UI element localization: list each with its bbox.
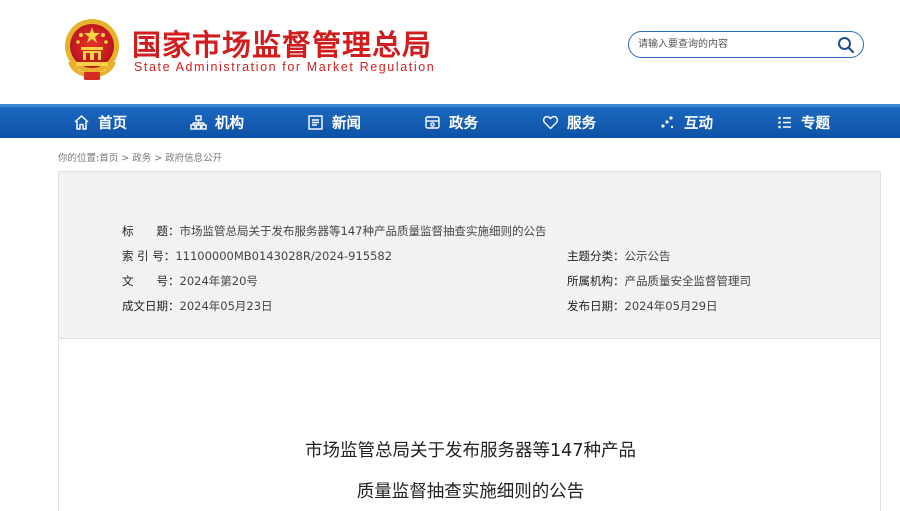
nav-item-label: 互动: [684, 116, 713, 132]
created-date-label: 成文日期：: [122, 299, 180, 313]
topic-value: 公示公告: [624, 249, 671, 263]
published-date-value: 2024年05月29日: [624, 299, 718, 313]
organization-label: 所属机构：: [567, 274, 625, 288]
nav-item-home[interactable]: 首页: [73, 107, 127, 138]
title-value: 市场监管总局关于发布服务器等147种产品质量监督抽查实施细则的公告: [179, 224, 547, 238]
breadcrumb-prefix: 你的位置:: [58, 153, 100, 164]
doc-number-value: 2024年第20号: [179, 274, 258, 288]
nav-item-interaction[interactable]: 互动: [659, 107, 713, 138]
info-row-doc-number: 文 号：2024年第20号: [122, 273, 258, 289]
search-box: [628, 31, 864, 58]
topic-icon: [778, 116, 791, 129]
heart-icon: [542, 115, 559, 130]
breadcrumb-disclosure-link[interactable]: 政府信息公开: [165, 153, 222, 164]
home-icon: [74, 115, 89, 130]
document-info-panel: 标 题：市场监管总局关于发布服务器等147种产品质量监督抽查实施细则的公告 索 …: [58, 171, 881, 339]
published-date-label: 发布日期：: [567, 299, 625, 313]
doc-number-label: 文 号：: [122, 274, 180, 288]
article-content: 市场监管总局关于发布服务器等147种产品 质量监督抽查实施细则的公告: [58, 339, 881, 511]
title-label: 标 题：: [122, 224, 180, 238]
news-icon: [308, 115, 323, 130]
nav-item-label: 专题: [801, 116, 830, 132]
breadcrumb-separator: >: [154, 153, 163, 164]
info-row-topic: 主题分类：公示公告: [567, 248, 671, 264]
breadcrumb-separator: >: [121, 153, 130, 164]
breadcrumb-affairs-link[interactable]: 政务: [132, 153, 151, 164]
breadcrumb: 你的位置:首页 > 政务 > 政府信息公开: [58, 150, 222, 164]
index-value: 11100000MB0143028R/2024-915582: [175, 249, 393, 263]
info-row-index: 索 引 号：11100000MB0143028R/2024-915582: [122, 248, 392, 264]
info-row-title: 标 题：市场监管总局关于发布服务器等147种产品质量监督抽查实施细则的公告: [122, 223, 546, 239]
nav-item-label: 服务: [567, 116, 596, 132]
topic-label: 主题分类：: [567, 249, 625, 263]
nav-item-label: 首页: [98, 116, 127, 132]
site-header: 国家市场监督管理总局 State Administration for Mark…: [0, 0, 900, 104]
search-icon[interactable]: [837, 36, 855, 54]
info-row-organization: 所属机构：产品质量安全监督管理司: [567, 273, 751, 289]
info-row-published-date: 发布日期：2024年05月29日: [567, 298, 718, 314]
nav-item-organization[interactable]: 机构: [190, 107, 244, 138]
search-input[interactable]: [638, 35, 834, 54]
nav-item-news[interactable]: 新闻: [307, 107, 361, 138]
article-title-line-2: 质量监督抽查实施细则的公告: [356, 482, 585, 502]
organization-icon: [190, 115, 207, 130]
breadcrumb-home-link[interactable]: 首页: [99, 153, 118, 164]
index-label: 索 引 号：: [122, 249, 176, 263]
site-title[interactable]: 国家市场监督管理总局: [132, 22, 432, 64]
created-date-value: 2024年05月23日: [179, 299, 273, 313]
interaction-icon: [661, 116, 674, 129]
nav-item-government-affairs[interactable]: 政务: [424, 107, 478, 138]
info-row-created-date: 成文日期：2024年05月23日: [122, 298, 273, 314]
nav-item-topics[interactable]: 专题: [776, 107, 830, 138]
article-title-line-1: 市场监管总局关于发布服务器等147种产品: [305, 441, 636, 461]
organization-value: 产品质量安全监督管理司: [624, 274, 752, 288]
main-nav: 首页 机构 新闻 政务 服务 互动 专题: [0, 104, 900, 138]
site-subtitle: State Administration for Market Regulati…: [134, 60, 436, 74]
nav-item-services[interactable]: 服务: [542, 107, 596, 138]
nav-item-label: 机构: [215, 116, 244, 132]
national-emblem-icon[interactable]: [62, 16, 122, 82]
nav-item-label: 政务: [449, 116, 478, 132]
nav-item-label: 新闻: [332, 116, 361, 132]
government-affairs-icon: [425, 116, 440, 129]
